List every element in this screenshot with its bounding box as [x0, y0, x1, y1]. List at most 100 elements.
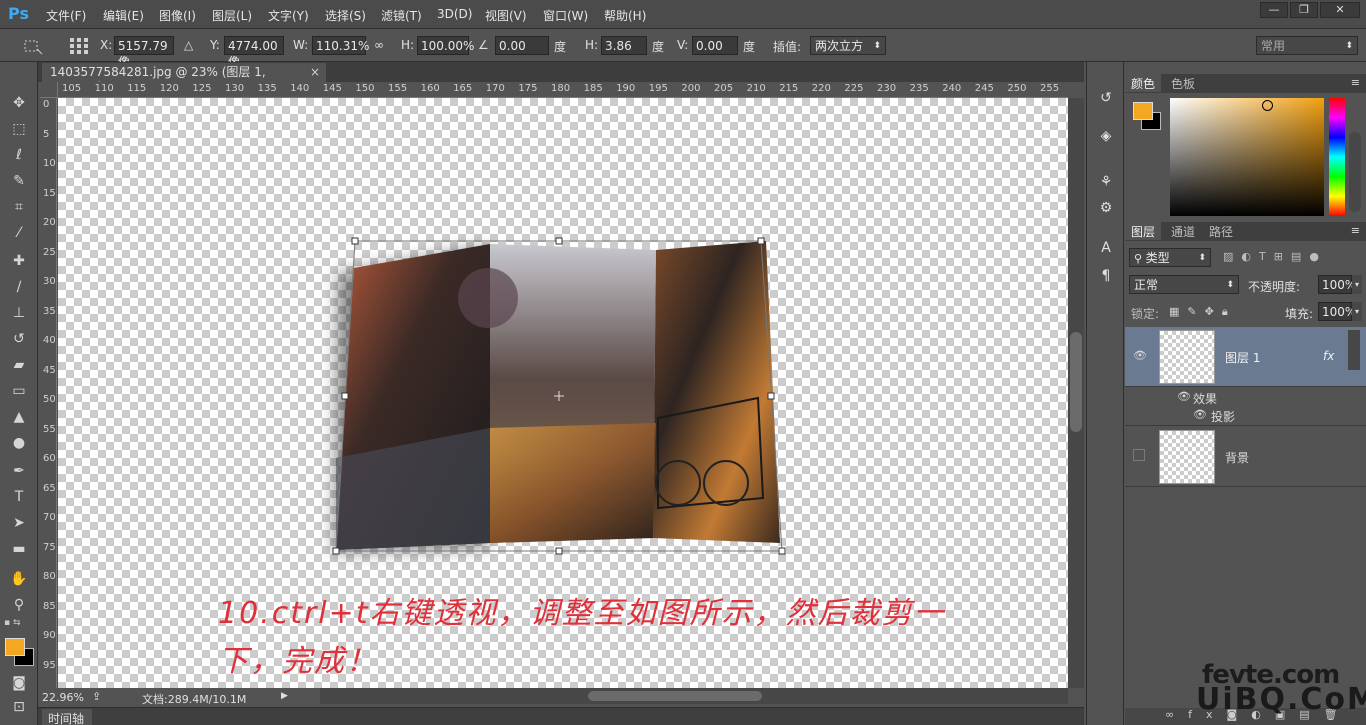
menu-help[interactable]: 帮助(H) [604, 7, 646, 24]
export-icon[interactable]: ⇪ [92, 690, 101, 703]
ruler-vertical[interactable]: 0 5 10 15 20 25 30 35 40 45 50 55 60 65 70 75 80 85 90 95 [40, 98, 57, 688]
type-tool-icon[interactable]: T [8, 486, 30, 508]
delta-icon[interactable]: △ [184, 38, 193, 52]
hue-slider[interactable] [1329, 98, 1345, 216]
character-panel-icon[interactable]: A [1096, 238, 1116, 258]
fill-field[interactable]: 100% [1318, 302, 1356, 321]
color-picker-cursor[interactable] [1262, 100, 1273, 111]
gradient-tool-icon[interactable]: ▭ [8, 380, 30, 402]
3d-panel-icon[interactable]: ◈ [1096, 126, 1116, 146]
canvas[interactable]: 10.ctrl+t右键透视，调整至如图所示，然后裁剪一 下，完成！ [58, 98, 1068, 688]
horizontal-scroll-thumb[interactable] [588, 691, 762, 701]
layers-menu-icon[interactable]: ≡ [1351, 224, 1360, 237]
ruler-horizontal[interactable]: 105 110 115 120 125 130 135 140 145 150 155 160 165 1… [58, 82, 1068, 98]
eraser-tool-icon[interactable]: ▰ [8, 354, 30, 376]
link-icon[interactable]: ∞ [374, 38, 384, 52]
tab-paths[interactable]: 路径 [1203, 222, 1240, 240]
menu-filter[interactable]: 滤镜(T) [381, 7, 422, 24]
tab-close-icon[interactable]: × [310, 65, 320, 80]
menu-layer[interactable]: 图层(L) [212, 7, 252, 24]
marquee-tool-icon[interactable]: ⬚ [8, 118, 30, 140]
hskew-field[interactable]: 3.86 [601, 36, 647, 55]
lock-icons[interactable]: ▦✎✥🔒︎ [1169, 305, 1236, 319]
shape-tool-icon[interactable]: ▬ [8, 538, 30, 560]
visibility-eye-icon[interactable]: 👁︎ [1133, 350, 1147, 361]
status-arrow-icon[interactable]: ▶ [281, 691, 288, 701]
lasso-tool-icon[interactable]: ℓ [8, 144, 30, 166]
paragraph-panel-icon[interactable]: ¶ [1096, 266, 1116, 286]
restore-button[interactable]: ❐ [1290, 2, 1318, 18]
layer-row-layer1[interactable]: 👁︎ 图层 1 fx [1125, 327, 1366, 387]
vertical-scrollbar[interactable] [1068, 98, 1084, 688]
brush-panel-icon[interactable]: ⚘ [1096, 172, 1116, 192]
panel-fg-swatch[interactable] [1133, 102, 1153, 120]
angle-field[interactable]: 0.00 [495, 36, 549, 55]
reference-point-icon[interactable] [68, 36, 90, 56]
document-tab[interactable]: 1403577584281.jpg @ 23% (图层 1, RGB/8#) *… [42, 63, 326, 94]
zoom-level[interactable]: 22.96% [42, 691, 84, 704]
vskew-field[interactable]: 0.00 [692, 36, 738, 55]
interpolation-select[interactable]: 两次立方 ⬍ [810, 36, 886, 55]
layer-filter-icons[interactable]: ▨◐T⊞▤● [1223, 250, 1363, 266]
workspace-select[interactable]: 常用 ⬍ [1256, 36, 1358, 55]
history-brush-tool-icon[interactable]: ↺ [8, 328, 30, 350]
layer-row-background[interactable]: 背景 [1125, 427, 1366, 487]
menu-file[interactable]: 文件(F) [46, 7, 86, 24]
clone-stamp-tool-icon[interactable]: ⊥ [8, 302, 30, 324]
menu-type[interactable]: 文字(Y) [268, 7, 309, 24]
menu-image[interactable]: 图像(I) [159, 7, 196, 24]
drop-shadow-eye-icon[interactable]: 👁︎ [1193, 409, 1207, 420]
menu-view[interactable]: 视图(V) [485, 7, 527, 24]
brush-tool-icon[interactable]: ∕ [8, 276, 30, 298]
path-select-tool-icon[interactable]: ➤ [8, 512, 30, 534]
pen-tool-icon[interactable]: ✒ [8, 460, 30, 482]
blur-tool-icon[interactable]: ▲ [8, 406, 30, 428]
y-field[interactable]: 4774.00 像 [224, 36, 284, 69]
effects-label[interactable]: 效果 [1193, 390, 1217, 407]
fx-icon[interactable]: fx [1323, 349, 1334, 363]
layer-name[interactable]: 图层 1 [1225, 349, 1260, 366]
drop-shadow-effect[interactable]: 投影 [1211, 408, 1235, 425]
opacity-field[interactable]: 100% [1318, 275, 1356, 294]
menu-select[interactable]: 选择(S) [325, 7, 366, 24]
quick-select-tool-icon[interactable]: ✎ [8, 170, 30, 192]
swap-colors-icon[interactable]: ▪ ⇆ [4, 618, 34, 630]
timeline-tab[interactable]: 时间轴 [42, 709, 92, 725]
color-panel-scrollbar[interactable] [1349, 132, 1361, 212]
eyedropper-tool-icon[interactable]: ⁄ [8, 222, 30, 244]
x-field[interactable]: 5157.79 像 [114, 36, 174, 69]
zoom-tool-icon[interactable]: ⚲ [8, 594, 30, 616]
vertical-scroll-thumb[interactable] [1070, 332, 1082, 432]
history-panel-icon[interactable]: ↺ [1096, 88, 1116, 108]
screen-mode-icon[interactable]: ⊡ [8, 696, 30, 718]
effects-eye-icon[interactable]: 👁︎ [1177, 391, 1191, 402]
adjust-panel-icon[interactable]: ⚙ [1096, 198, 1116, 218]
quick-mask-icon[interactable]: ◙ [8, 672, 30, 694]
background-layer-name[interactable]: 背景 [1225, 449, 1249, 466]
transform-tool-icon[interactable] [22, 37, 44, 55]
height-field[interactable]: 100.00% [417, 36, 474, 55]
crop-tool-icon[interactable]: ⌗ [8, 196, 30, 218]
tab-color[interactable]: 颜色 [1125, 74, 1162, 92]
layer-filter-select[interactable]: ⚲ 类型 ⬍ [1129, 248, 1211, 267]
panel-menu-icon[interactable]: ≡ [1351, 76, 1360, 89]
dodge-tool-icon[interactable]: ● [8, 432, 30, 454]
close-button[interactable]: ✕ [1320, 2, 1360, 18]
tab-swatches[interactable]: 色板 [1165, 74, 1202, 92]
opacity-dropdown-icon[interactable]: ▾ [1352, 275, 1362, 294]
menu-edit[interactable]: 编辑(E) [103, 7, 144, 24]
healing-brush-tool-icon[interactable]: ✚ [8, 250, 30, 272]
blend-mode-select[interactable]: 正常 ⬍ [1129, 275, 1239, 294]
horizontal-scrollbar[interactable] [320, 688, 1068, 704]
tab-channels[interactable]: 通道 [1165, 222, 1202, 240]
tab-layers[interactable]: 图层 [1125, 222, 1162, 240]
ruler-origin[interactable] [40, 82, 58, 98]
move-tool-icon[interactable]: ✥ [8, 92, 30, 114]
foreground-color-swatch[interactable] [5, 638, 25, 656]
visibility-toggle-empty[interactable] [1133, 449, 1145, 461]
color-picker-field[interactable] [1170, 98, 1324, 216]
layers-scrollbar[interactable] [1348, 330, 1360, 370]
width-field[interactable]: 110.31% [312, 36, 369, 55]
fill-dropdown-icon[interactable]: ▾ [1352, 302, 1362, 321]
menu-window[interactable]: 窗口(W) [543, 7, 588, 24]
